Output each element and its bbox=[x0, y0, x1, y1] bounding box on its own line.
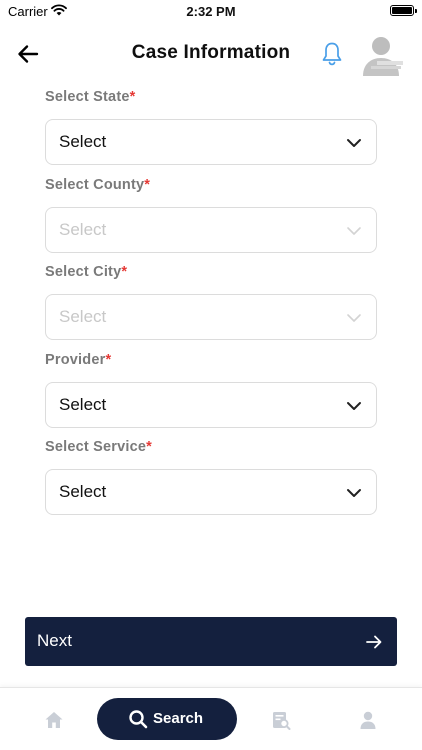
tab-search[interactable]: Search bbox=[97, 698, 237, 740]
page-title: Case Information bbox=[131, 42, 291, 63]
county-select-value: Select bbox=[59, 219, 107, 239]
county-field: Select County* Select bbox=[45, 174, 377, 262]
bottom-tab-bar: Search bbox=[0, 687, 422, 750]
city-select[interactable]: Select bbox=[45, 294, 377, 340]
arrow-right-icon bbox=[366, 635, 382, 649]
county-label: Select County* bbox=[45, 176, 151, 193]
service-select-value: Select bbox=[59, 482, 107, 501]
status-bar: Carrier 2:32 PM bbox=[0, 0, 422, 22]
chevron-down-icon bbox=[347, 139, 361, 147]
bell-icon[interactable] bbox=[320, 41, 344, 67]
county-select[interactable]: Select bbox=[45, 206, 377, 253]
provider-field: Provider* Select bbox=[45, 349, 377, 437]
provider-select[interactable]: Select bbox=[45, 381, 377, 428]
state-select[interactable]: Select bbox=[45, 119, 377, 165]
chevron-down-icon bbox=[347, 226, 361, 235]
person-icon[interactable] bbox=[358, 710, 378, 730]
chevron-down-icon bbox=[347, 314, 361, 322]
next-button-label: Next bbox=[37, 631, 72, 650]
battery-icon bbox=[390, 5, 417, 16]
service-select[interactable]: Select bbox=[45, 469, 377, 515]
provider-label: Provider* bbox=[45, 351, 112, 368]
search-icon bbox=[129, 710, 148, 729]
provider-select-value: Select bbox=[59, 394, 107, 414]
service-label: Select Service* bbox=[45, 439, 152, 455]
state-label: Select State* bbox=[45, 89, 136, 105]
next-button[interactable]: Next bbox=[25, 617, 397, 666]
city-label: Select City* bbox=[45, 264, 128, 280]
city-select-value: Select bbox=[59, 307, 107, 326]
service-field: Select Service* Select bbox=[45, 436, 377, 524]
status-time: 2:32 PM bbox=[186, 4, 236, 19]
state-select-value: Select bbox=[59, 132, 107, 151]
tab-search-label: Search bbox=[153, 710, 204, 727]
case-search-icon[interactable] bbox=[271, 710, 291, 730]
city-field: Select City* Select bbox=[45, 261, 377, 349]
home-icon[interactable] bbox=[44, 710, 64, 730]
case-form: Select State* Select Select County* Sele… bbox=[45, 86, 377, 524]
chevron-down-icon bbox=[347, 489, 361, 497]
header: Case Information bbox=[0, 28, 422, 78]
avatar[interactable] bbox=[361, 32, 405, 76]
state-field: Select State* Select bbox=[45, 86, 377, 174]
chevron-down-icon bbox=[347, 401, 361, 410]
